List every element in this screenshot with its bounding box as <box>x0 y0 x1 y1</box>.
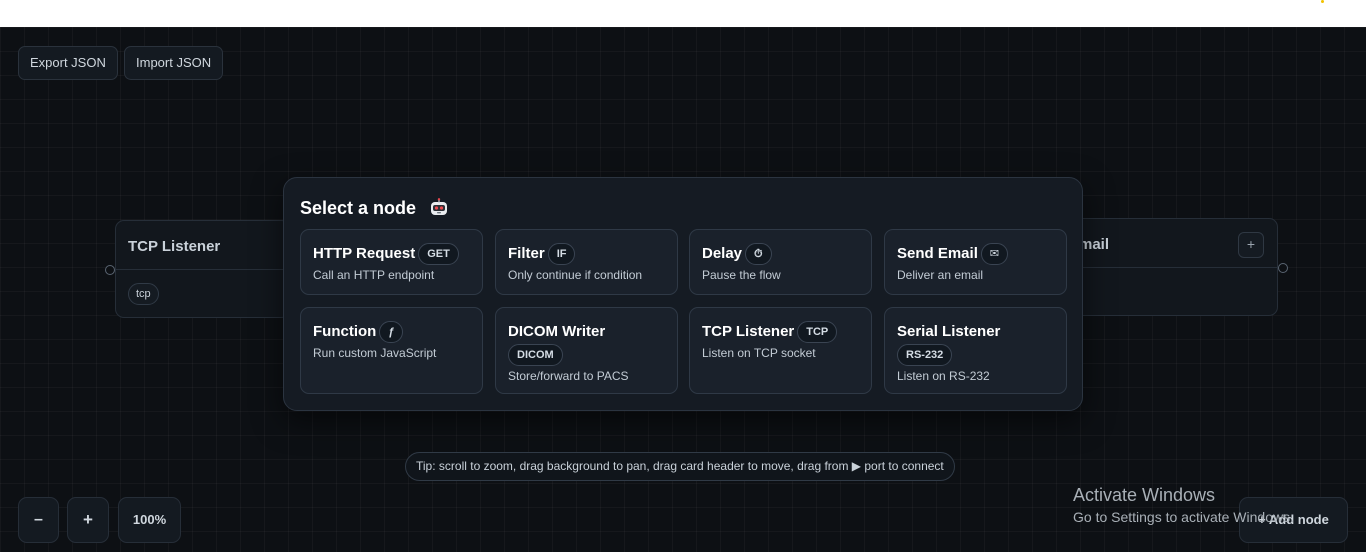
node-description: Deliver an email <box>897 268 984 283</box>
card-tag: tcp <box>128 283 159 305</box>
node-option-filter[interactable]: Filter IF Only continue if condition <box>495 229 678 295</box>
card-add-button[interactable]: + <box>1238 232 1264 258</box>
tip-bar: Tip: scroll to zoom, drag background to … <box>405 452 955 481</box>
node-option-tcp-listener[interactable]: TCP Listener TCP Listen on TCP socket <box>689 307 872 394</box>
node-badge: TCP <box>797 321 838 344</box>
node-option-function[interactable]: Function ƒ Run custom JavaScript <box>300 307 483 394</box>
robot-face-icon <box>431 198 447 215</box>
card-divider <box>116 269 289 270</box>
node-badge: GET <box>418 243 459 266</box>
tip-text-end: port to connect <box>864 459 944 473</box>
flow-canvas[interactable]: Export JSON Import JSON TCP Listener tcp… <box>0 27 1366 552</box>
import-json-button[interactable]: Import JSON <box>124 46 224 80</box>
canvas-card-tcp-listener[interactable]: TCP Listener tcp <box>115 220 290 318</box>
node-badge: DICOM <box>508 344 563 367</box>
indicator-dot <box>1321 0 1324 3</box>
node-badge: IF <box>547 243 576 266</box>
node-name: Send Email <box>897 245 978 263</box>
node-name: Delay <box>702 245 743 263</box>
zoom-in-button[interactable]: + <box>67 497 109 543</box>
node-description: Store/forward to PACS <box>508 369 629 384</box>
card-divider <box>1071 267 1277 268</box>
card-title[interactable]: mail <box>1079 236 1109 253</box>
node-name: Serial Listener <box>897 323 1001 341</box>
zoom-out-button[interactable]: – <box>18 497 59 543</box>
export-json-button[interactable]: Export JSON <box>18 46 118 80</box>
play-arrow-icon: ▶ <box>851 459 862 473</box>
browser-top-strip <box>0 0 1366 27</box>
node-name: TCP Listener <box>702 323 795 341</box>
node-name: Filter <box>508 245 545 263</box>
dialog-title: Select a node <box>300 198 417 218</box>
tip-text: Tip: scroll to zoom, drag background to … <box>416 459 849 473</box>
output-port[interactable] <box>1278 263 1288 273</box>
watermark-subtitle: Go to Settings to activate Windows. <box>1073 509 1294 525</box>
node-description: Run custom JavaScript <box>313 346 437 361</box>
node-option-send-email[interactable]: Send Email ✉ Deliver an email <box>884 229 1067 295</box>
node-description: Listen on RS-232 <box>897 369 990 384</box>
node-name: DICOM Writer <box>508 323 606 341</box>
node-option-dicom-writer[interactable]: DICOM Writer DICOM Store/forward to PACS <box>495 307 678 394</box>
node-picker-dialog: Select a node HTTP Request GET Call an HT… <box>283 177 1083 411</box>
node-description: Call an HTTP endpoint <box>313 268 435 283</box>
function-icon: ƒ <box>379 321 404 344</box>
node-description: Listen on TCP socket <box>702 346 816 361</box>
node-name: HTTP Request <box>313 245 416 263</box>
node-badge: RS-232 <box>897 344 953 367</box>
card-title[interactable]: TCP Listener <box>128 238 220 255</box>
node-option-http-request[interactable]: HTTP Request GET Call an HTTP endpoint <box>300 229 483 295</box>
zoom-level: 100% <box>118 497 181 543</box>
watermark-title: Activate Windows <box>1073 485 1216 505</box>
node-description: Only continue if condition <box>508 268 643 283</box>
windows-activation-watermark: Activate Windows Go to Settings to activ… <box>1073 483 1294 527</box>
node-option-serial-listener[interactable]: Serial Listener RS-232 Listen on RS-232 <box>884 307 1067 394</box>
input-port[interactable] <box>105 265 115 275</box>
stopwatch-icon: ⏱ <box>745 243 772 266</box>
envelope-icon: ✉ <box>980 243 1009 266</box>
node-option-delay[interactable]: Delay ⏱ Pause the flow <box>689 229 872 295</box>
node-description: Pause the flow <box>702 268 781 283</box>
canvas-card-send-email[interactable]: mail + <box>1070 218 1278 316</box>
node-name: Function <box>313 323 377 341</box>
